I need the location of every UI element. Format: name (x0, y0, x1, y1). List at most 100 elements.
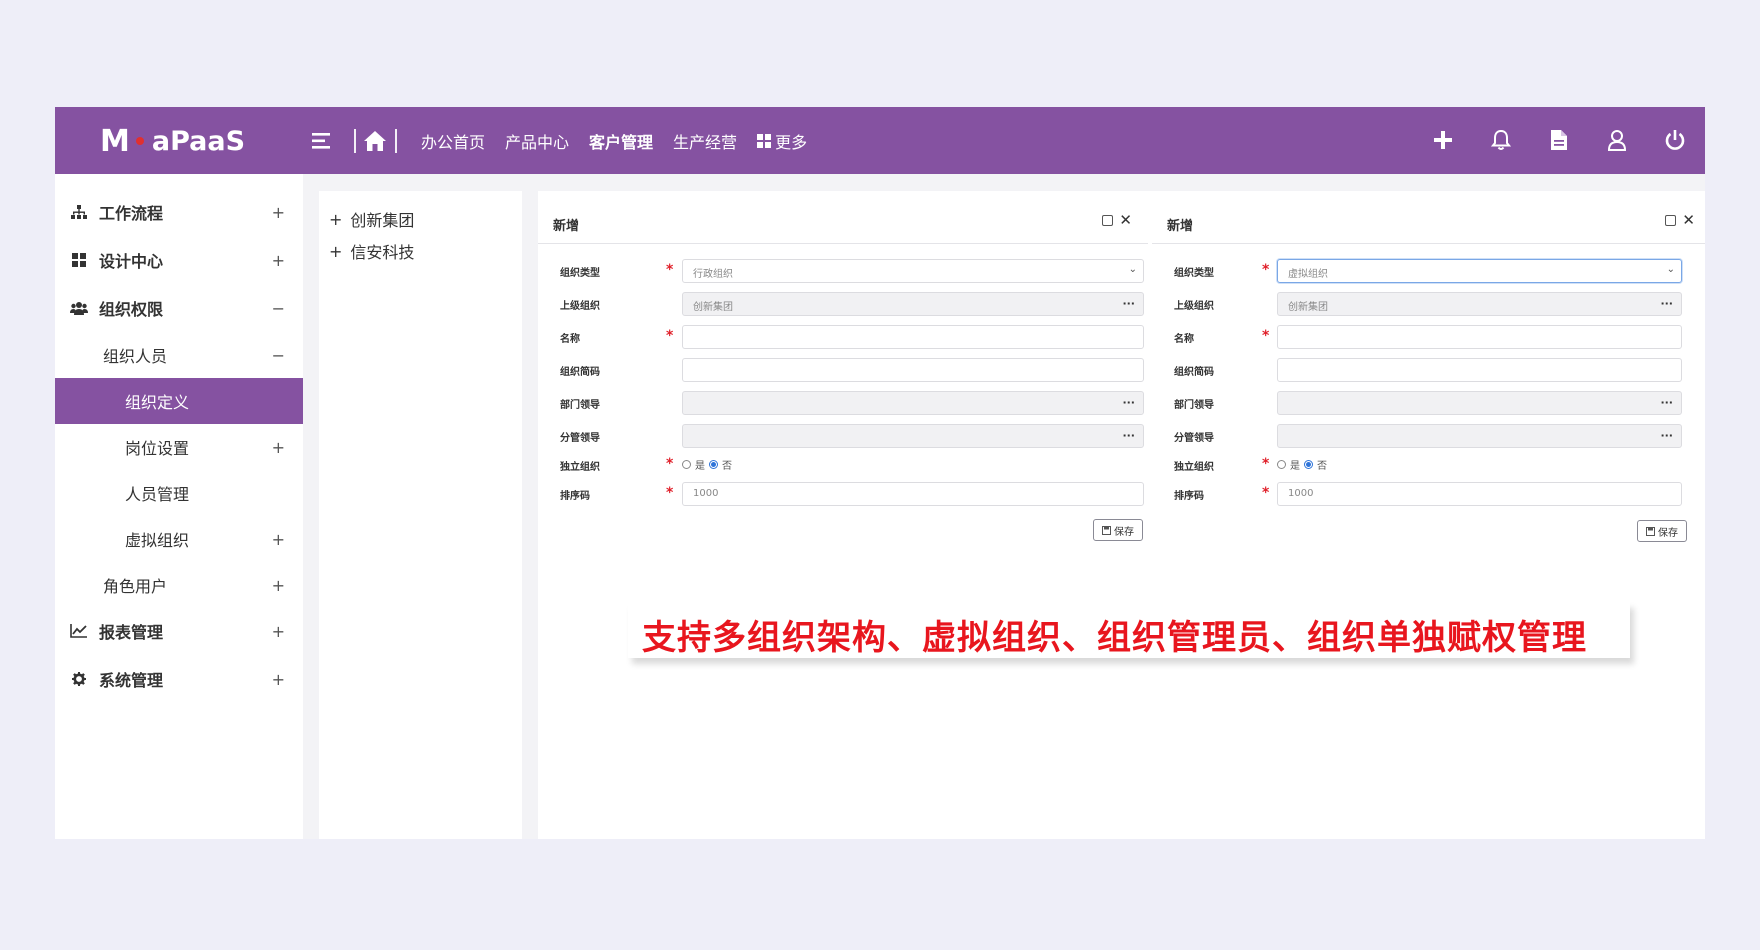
radio-label: 否 (1317, 461, 1327, 472)
short-code-input[interactable] (682, 358, 1144, 382)
branch-lead-field[interactable]: ··· (1277, 424, 1682, 448)
sidebar-item-label: 组织人员 (103, 347, 168, 366)
sidebar-item-role-users[interactable]: 角色用户 + (55, 562, 303, 608)
dialog-tools: ✕ (1665, 213, 1695, 228)
independent-radio-group: 是 否 (1277, 457, 1327, 472)
collapse-toggle[interactable]: − (272, 346, 285, 365)
field-label: 名称 (560, 334, 580, 345)
nav-item-customer-management[interactable]: 客户管理 (589, 129, 653, 153)
form-row-branch-lead: 分管领导 ··· (1152, 424, 1705, 448)
nav-item-office-home[interactable]: 办公首页 (421, 129, 485, 153)
form-row-branch-lead: 分管领导 ··· (538, 424, 1148, 448)
sidebar-item-org-permissions[interactable]: 组织权限 − (55, 285, 303, 331)
required-mark: * (666, 485, 674, 501)
name-input[interactable] (682, 325, 1144, 349)
nav-item-production[interactable]: 生产经营 (673, 129, 737, 153)
sidebar-item-org-definition[interactable]: 组织定义 (55, 378, 303, 424)
parent-org-field[interactable]: 创新集团 ··· (682, 292, 1144, 316)
expand-toggle[interactable]: + (272, 622, 285, 641)
form-row-type: 组织类型 * 行政组织 ⌄ (538, 259, 1148, 283)
field-value: 1000 (1288, 488, 1314, 499)
sidebar-item-virtual-org[interactable]: 虚拟组织 + (55, 516, 303, 562)
expand-toggle[interactable]: + (329, 242, 342, 261)
radio-label: 是 (1290, 461, 1300, 472)
org-type-select[interactable]: 行政组织 ⌄ (682, 259, 1144, 283)
tree-node[interactable]: + 创新集团 (319, 203, 522, 235)
ellipsis-button[interactable]: ··· (1122, 396, 1135, 409)
sidebar-item-position-settings[interactable]: 岗位设置 + (55, 424, 303, 470)
radio-yes[interactable] (1277, 460, 1286, 469)
expand-toggle[interactable]: + (329, 210, 342, 229)
field-value: 创新集团 (693, 302, 733, 313)
form-row-dept-lead: 部门领导 ··· (538, 391, 1148, 415)
collapse-toggle[interactable]: − (272, 299, 285, 318)
ellipsis-button[interactable]: ··· (1660, 297, 1673, 310)
sidebar-item-workflow[interactable]: 工作流程 + (55, 189, 303, 235)
expand-toggle[interactable]: + (272, 438, 285, 457)
plus-icon[interactable] (1429, 126, 1457, 154)
dept-lead-field[interactable]: ··· (1277, 391, 1682, 415)
sidebar-item-system-management[interactable]: 系统管理 + (55, 656, 303, 702)
form-row-sort: 排序码 * 1000 (1152, 482, 1705, 506)
ellipsis-button[interactable]: ··· (1660, 396, 1673, 409)
name-input[interactable] (1277, 325, 1682, 349)
maximize-icon[interactable] (1665, 215, 1677, 226)
sidebar-item-reports[interactable]: 报表管理 + (55, 608, 303, 654)
form-row-short-code: 组织简码 (1152, 358, 1705, 382)
field-label: 上级组织 (1174, 301, 1214, 312)
sidebar: 工作流程 + 设计中心 + 组织权限 − 组织人员 − 组织定义 岗位设置 + … (55, 174, 303, 839)
users-icon (69, 298, 89, 318)
sidebar-item-design-center[interactable]: 设计中心 + (55, 237, 303, 283)
field-label: 名称 (1174, 334, 1194, 345)
form-row-dept-lead: 部门领导 ··· (1152, 391, 1705, 415)
user-icon[interactable] (1603, 126, 1631, 154)
nav-item-more[interactable]: 更多 (757, 129, 807, 153)
radio-no[interactable] (1304, 460, 1313, 469)
required-mark: * (666, 456, 674, 472)
radio-yes[interactable] (682, 460, 691, 469)
short-code-input[interactable] (1277, 358, 1682, 382)
radio-no[interactable] (709, 460, 718, 469)
expand-toggle[interactable]: + (272, 530, 285, 549)
parent-org-field[interactable]: 创新集团 ··· (1277, 292, 1682, 316)
ellipsis-button[interactable]: ··· (1122, 297, 1135, 310)
save-button[interactable]: 保存 (1637, 520, 1687, 542)
org-tree: + 创新集团 + 信安科技 (319, 191, 522, 839)
sidebar-item-personnel-management[interactable]: 人员管理 (55, 470, 303, 516)
close-icon[interactable]: ✕ (1119, 213, 1132, 228)
bell-icon[interactable] (1487, 126, 1515, 154)
save-button[interactable]: 保存 (1093, 519, 1143, 541)
dialog-header: 新增 ✕ (1152, 213, 1705, 235)
line-chart-icon (69, 621, 89, 641)
sidebar-item-label: 角色用户 (103, 577, 168, 596)
save-icon (1102, 525, 1111, 535)
maximize-icon[interactable] (1102, 215, 1114, 226)
select-value: 虚拟组织 (1288, 269, 1328, 280)
save-label: 保存 (1658, 527, 1678, 539)
expand-toggle[interactable]: + (272, 670, 285, 689)
dialog-header: 新增 ✕ (538, 213, 1148, 235)
sort-code-input[interactable]: 1000 (682, 482, 1144, 506)
field-label: 组织类型 (560, 268, 600, 279)
expand-toggle[interactable]: + (272, 576, 285, 595)
expand-toggle[interactable]: + (272, 251, 285, 270)
sort-code-input[interactable]: 1000 (1277, 482, 1682, 506)
power-icon[interactable] (1661, 126, 1689, 154)
branch-lead-field[interactable]: ··· (682, 424, 1144, 448)
document-icon[interactable] (1545, 126, 1573, 154)
field-label: 分管领导 (1174, 433, 1214, 444)
ellipsis-button[interactable]: ··· (1122, 429, 1135, 442)
tree-node[interactable]: + 信安科技 (319, 235, 522, 267)
ellipsis-button[interactable]: ··· (1660, 429, 1673, 442)
dept-lead-field[interactable]: ··· (682, 391, 1144, 415)
close-icon[interactable]: ✕ (1682, 213, 1695, 228)
main-nav: 办公首页 产品中心 客户管理 生产经营 更多 (421, 129, 807, 153)
org-type-select[interactable]: 虚拟组织 ⌄ (1277, 259, 1682, 283)
menu-icon[interactable] (308, 127, 336, 155)
nav-item-product-center[interactable]: 产品中心 (505, 129, 569, 153)
sidebar-item-org-members[interactable]: 组织人员 − (55, 332, 303, 378)
sidebar-item-label: 人员管理 (125, 485, 190, 504)
home-icon[interactable] (361, 127, 389, 155)
logo[interactable]: M aPaaS (100, 123, 245, 159)
expand-toggle[interactable]: + (272, 203, 285, 222)
